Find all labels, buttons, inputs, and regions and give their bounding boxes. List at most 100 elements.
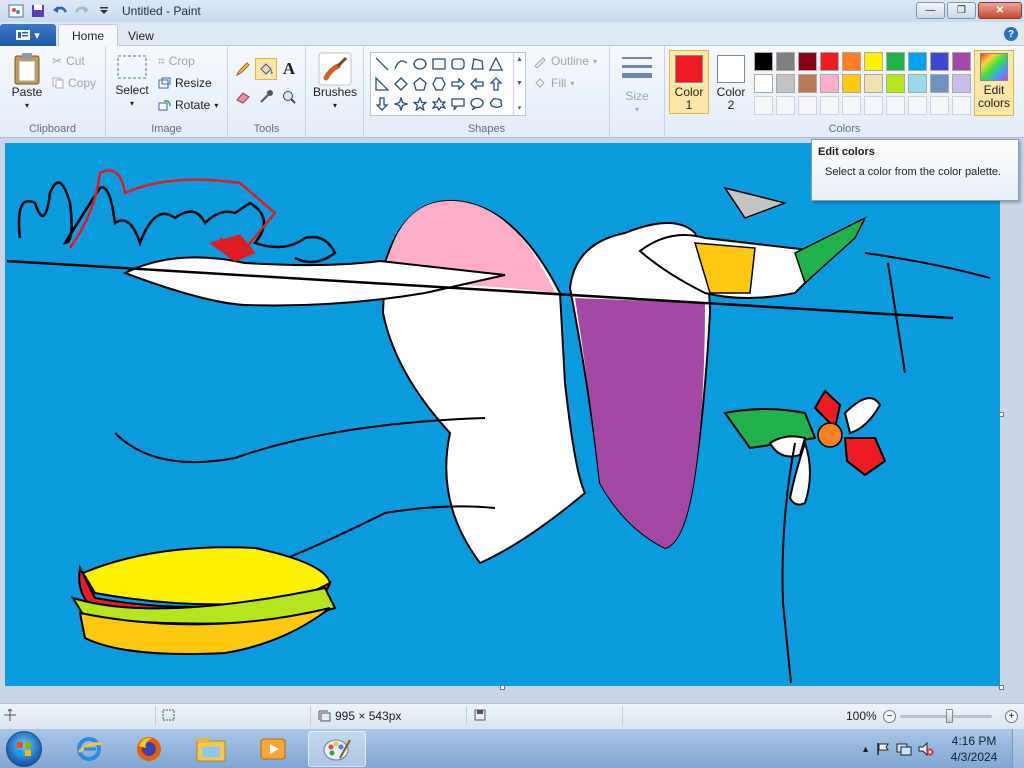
paste-button[interactable]: Paste ▾ — [8, 52, 46, 112]
action-center-flag-icon[interactable] — [876, 742, 890, 756]
show-hidden-icons-icon[interactable]: ▲ — [861, 744, 870, 754]
shapes-scrollbar[interactable]: ▲ ▼ ▾ — [513, 53, 525, 115]
diamond-shape-icon[interactable] — [391, 74, 410, 93]
zoom-slider-thumb[interactable] — [946, 709, 953, 723]
oval-shape-icon[interactable] — [410, 54, 429, 73]
show-desktop-button[interactable] — [1012, 729, 1024, 768]
select-button[interactable]: Select ▾ — [114, 54, 150, 110]
palette-color-swatch[interactable] — [886, 74, 905, 93]
scroll-down-icon[interactable]: ▼ — [516, 80, 523, 87]
palette-color-swatch[interactable] — [798, 74, 817, 93]
palette-color-swatch[interactable] — [776, 74, 795, 93]
polygon-shape-icon[interactable] — [467, 54, 486, 73]
save-icon[interactable] — [28, 2, 48, 20]
palette-color-swatch[interactable] — [820, 52, 839, 71]
zoom-in-button[interactable]: + — [1005, 710, 1018, 723]
redo-icon[interactable] — [72, 2, 92, 20]
media-player-icon[interactable] — [246, 731, 300, 767]
rotate-button[interactable]: Rotate ▾ — [158, 95, 218, 115]
palette-color-swatch[interactable] — [864, 74, 883, 93]
undo-icon[interactable] — [50, 2, 70, 20]
palette-empty-swatch[interactable] — [952, 96, 971, 115]
crop-button[interactable]: ⌗ Crop — [158, 51, 195, 71]
triangle-shape-icon[interactable] — [486, 54, 505, 73]
left-arrow-shape-icon[interactable] — [467, 74, 486, 93]
brushes-button[interactable]: Brushes ▾ — [313, 52, 357, 112]
color-1-button[interactable]: Color 1 — [669, 50, 709, 114]
text-icon[interactable]: A — [278, 58, 300, 80]
palette-color-swatch[interactable] — [930, 52, 949, 71]
outline-button[interactable]: Outline ▾ — [533, 51, 597, 71]
five-point-star-shape-icon[interactable] — [410, 94, 429, 113]
pencil-icon[interactable] — [232, 58, 254, 80]
palette-color-swatch[interactable] — [754, 74, 773, 93]
rounded-rectangle-shape-icon[interactable] — [448, 54, 467, 73]
palette-empty-swatch[interactable] — [776, 96, 795, 115]
palette-empty-swatch[interactable] — [754, 96, 773, 115]
palette-color-swatch[interactable] — [798, 52, 817, 71]
palette-color-swatch[interactable] — [930, 74, 949, 93]
oval-callout-shape-icon[interactable] — [467, 94, 486, 113]
restore-button[interactable]: ❐ — [947, 2, 976, 19]
six-point-star-shape-icon[interactable] — [429, 94, 448, 113]
resize-button[interactable]: Resize — [158, 73, 212, 93]
paint-taskbar-icon[interactable] — [308, 731, 366, 767]
close-button[interactable]: ✕ — [978, 2, 1022, 19]
internet-explorer-icon[interactable] — [62, 731, 116, 767]
paint-menu-button[interactable]: ▾ — [0, 24, 56, 46]
copy-button[interactable]: Copy — [52, 73, 96, 93]
network-icon[interactable] — [896, 742, 912, 756]
color-2-button[interactable]: Color 2 — [711, 50, 751, 114]
right-triangle-shape-icon[interactable] — [372, 74, 391, 93]
tab-home[interactable]: Home — [58, 24, 119, 47]
color-picker-icon[interactable] — [255, 86, 277, 108]
palette-color-swatch[interactable] — [754, 52, 773, 71]
customize-toolbar-icon[interactable] — [94, 2, 114, 20]
help-icon[interactable]: ? — [1004, 27, 1018, 41]
palette-empty-swatch[interactable] — [930, 96, 949, 115]
resize-handle-corner[interactable] — [999, 685, 1004, 690]
right-arrow-shape-icon[interactable] — [448, 74, 467, 93]
start-button[interactable] — [6, 731, 42, 767]
palette-color-swatch[interactable] — [820, 74, 839, 93]
palette-color-swatch[interactable] — [776, 52, 795, 71]
palette-color-swatch[interactable] — [952, 52, 971, 71]
eraser-icon[interactable] — [232, 86, 254, 108]
curve-shape-icon[interactable] — [391, 54, 410, 73]
cut-button[interactable]: ✂ Cut — [52, 51, 85, 71]
edit-colors-button[interactable]: Edit colors — [974, 50, 1014, 116]
palette-color-swatch[interactable] — [952, 74, 971, 93]
cloud-callout-shape-icon[interactable] — [486, 94, 505, 113]
paint-app-icon[interactable] — [6, 2, 26, 20]
expand-gallery-icon[interactable]: ▾ — [518, 104, 522, 112]
palette-empty-swatch[interactable] — [842, 96, 861, 115]
pentagon-shape-icon[interactable] — [410, 74, 429, 93]
magnifier-icon[interactable] — [278, 86, 300, 108]
tab-view[interactable]: View — [115, 24, 167, 47]
size-button[interactable]: Size ▾ — [618, 54, 656, 116]
palette-empty-swatch[interactable] — [908, 96, 927, 115]
scroll-up-icon[interactable]: ▲ — [516, 56, 523, 63]
palette-color-swatch[interactable] — [908, 52, 927, 71]
volume-muted-icon[interactable] — [918, 742, 934, 756]
minimize-button[interactable]: — — [916, 2, 945, 19]
palette-color-swatch[interactable] — [842, 52, 861, 71]
fill-button[interactable]: Fill ▾ — [533, 73, 574, 93]
palette-empty-swatch[interactable] — [886, 96, 905, 115]
file-explorer-icon[interactable] — [184, 731, 238, 767]
four-point-star-shape-icon[interactable] — [391, 94, 410, 113]
palette-color-swatch[interactable] — [886, 52, 905, 71]
rectangle-shape-icon[interactable] — [429, 54, 448, 73]
zoom-out-button[interactable]: − — [883, 710, 896, 723]
line-shape-icon[interactable] — [372, 54, 391, 73]
taskbar-clock[interactable]: 4:16 PM 4/3/2024 — [942, 733, 1006, 765]
firefox-icon[interactable] — [122, 731, 176, 767]
hexagon-shape-icon[interactable] — [429, 74, 448, 93]
palette-empty-swatch[interactable] — [820, 96, 839, 115]
palette-color-swatch[interactable] — [864, 52, 883, 71]
palette-empty-swatch[interactable] — [798, 96, 817, 115]
rectangular-callout-shape-icon[interactable] — [448, 94, 467, 113]
resize-handle-right[interactable] — [999, 412, 1004, 417]
palette-color-swatch[interactable] — [908, 74, 927, 93]
palette-empty-swatch[interactable] — [864, 96, 883, 115]
